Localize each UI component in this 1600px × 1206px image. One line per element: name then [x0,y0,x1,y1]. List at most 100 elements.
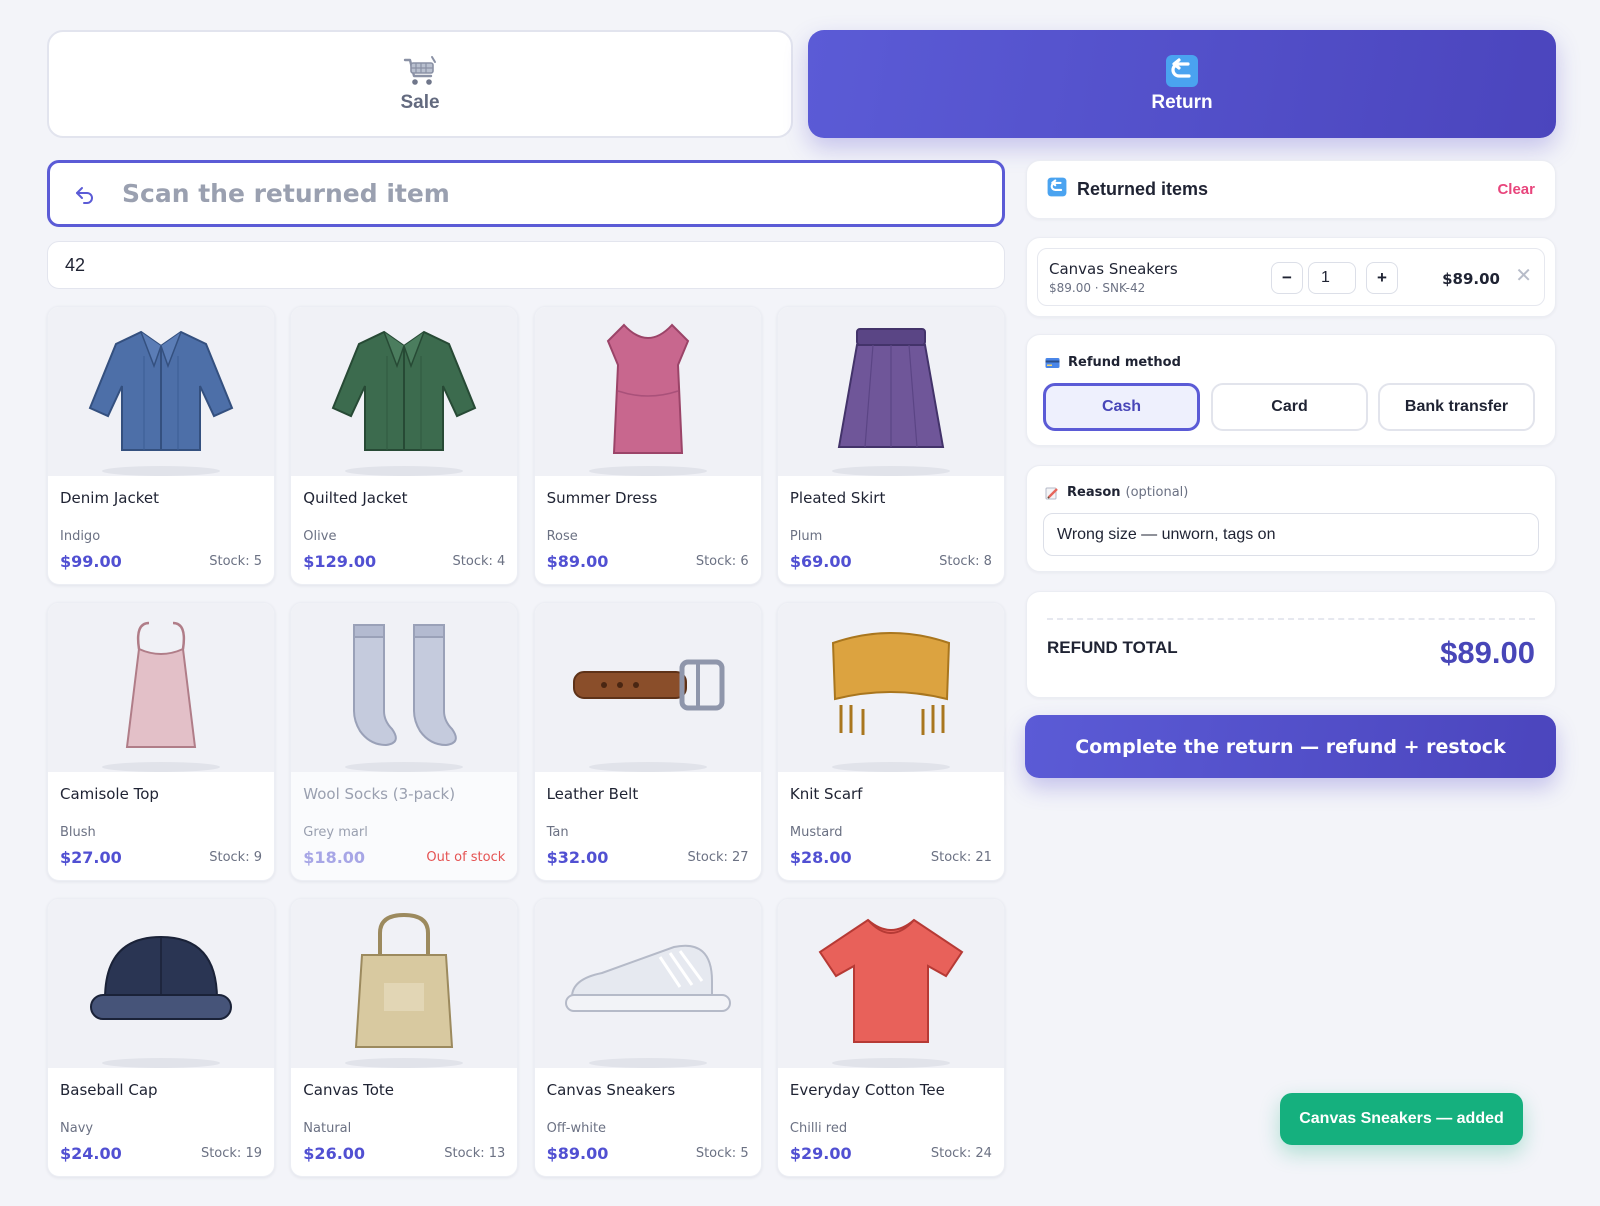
return-mode-button[interactable]: Return [808,30,1556,138]
product-card[interactable]: Quilted Jacket Olive $129.00 Stock: 4 [290,306,519,585]
product-price: $24.00 [60,1144,122,1163]
socks-icon [348,621,460,754]
product-price: $18.00 [303,848,366,867]
product-color: Olive [303,529,337,544]
product-name: Canvas Tote [303,1081,395,1099]
product-card[interactable]: Everyday Cotton Tee Chilli red $29.00 St… [776,898,1005,1177]
dress-icon [598,321,698,462]
product-card[interactable]: Knit Scarf Mustard $28.00 Stock: 21 [776,602,1005,881]
product-card[interactable]: Wool Socks (3-pack) Grey marl $18.00 Out… [290,602,519,881]
product-card[interactable]: Camisole Top Blush $27.00 Stock: 9 [47,602,275,881]
line-item-total: $89.00 [1442,270,1500,288]
product-grid: Denim Jacket Indigo $99.00 Stock: 5 Quil… [47,306,1005,1177]
product-card[interactable]: Pleated Skirt Plum $69.00 Stock: 8 [776,306,1005,585]
product-color: Off-white [546,1121,607,1136]
reason-title: Reason (optional) [1045,485,1188,500]
reason-optional-label: (optional) [1125,485,1189,500]
scarf-icon [827,629,955,746]
clear-button[interactable]: Clear [1497,181,1535,198]
sale-mode-button[interactable]: Sale [47,30,793,138]
divider [1047,618,1535,620]
remove-item-icon[interactable]: ✕ [1515,266,1532,286]
product-price: $32.00 [546,848,609,867]
scan-field[interactable] [47,160,1005,227]
product-price: $28.00 [789,848,852,867]
reason-panel: Reason (optional) Wrong size — unworn, t… [1026,465,1556,572]
product-card[interactable]: Leather Belt Tan $32.00 Stock: 27 [533,602,762,881]
toast-notification: Canvas Sneakers — added [1280,1093,1523,1145]
scan-input[interactable] [122,179,1002,208]
product-name: Camisole Top [60,785,159,803]
returned-items-title: Returned items [1077,179,1209,199]
decrease-quantity-button[interactable]: − [1271,262,1303,294]
credit-card-icon [1045,357,1060,369]
filter-input[interactable] [65,254,1004,276]
undo-arrow-icon [70,182,100,206]
product-stock: Stock: 19 [200,1146,262,1161]
product-color: Mustard [789,825,843,840]
return-mode-label: Return [1151,92,1213,113]
product-color: Plum [789,529,823,544]
refund-method-bank-transfer[interactable]: Bank transfer [1378,383,1535,431]
product-image [291,603,518,772]
product-card[interactable]: Baseball Cap Navy $24.00 Stock: 19 [47,898,275,1177]
product-card[interactable]: Canvas Sneakers Off-white $89.00 Stock: … [533,898,762,1177]
product-color: Chilli red [789,1121,848,1136]
jacket-icon [86,326,236,457]
product-price: $26.00 [303,1144,366,1163]
product-stock: Stock: 13 [444,1146,506,1161]
product-stock: Stock: 27 [687,850,749,865]
increase-quantity-button[interactable]: + [1366,262,1398,294]
refund-method-title: Refund method [1045,355,1181,370]
product-stock: Stock: 4 [452,554,506,569]
product-price: $89.00 [546,1144,609,1163]
product-name: Pleated Skirt [789,489,886,507]
product-image [534,603,761,772]
skirt-icon [835,327,947,456]
product-color: Tan [546,825,569,840]
returned-line-item: Canvas Sneakers $89.00 · SNK-42 − 1 + $8… [1037,248,1545,306]
product-image [291,307,518,476]
line-item-name: Canvas Sneakers [1049,260,1178,278]
product-image [48,899,274,1068]
product-color: Blush [60,825,96,840]
product-price: $29.00 [789,1144,852,1163]
reason-input[interactable]: Wrong size — unworn, tags on [1043,513,1539,556]
complete-return-button[interactable]: Complete the return — refund + restock [1025,715,1556,778]
memo-icon [1045,486,1059,500]
product-color: Natural [303,1121,352,1136]
product-name: Summer Dress [546,489,658,507]
line-item-meta: $89.00 · SNK-42 [1049,281,1146,295]
product-stock: Stock: 24 [930,1146,992,1161]
product-color: Grey marl [303,825,368,840]
product-price: $99.00 [60,552,122,571]
refund-method-card[interactable]: Card [1211,383,1368,431]
product-name: Wool Socks (3-pack) [303,785,456,803]
tshirt-icon [818,916,964,1051]
product-price: $89.00 [546,552,609,571]
product-name: Knit Scarf [789,785,863,803]
product-image [48,307,274,476]
belt-icon [570,658,726,717]
refund-method-panel: Refund method Cash Card Bank transfer [1026,334,1556,446]
quantity-input[interactable]: 1 [1308,262,1356,294]
product-card[interactable]: Denim Jacket Indigo $99.00 Stock: 5 [47,306,275,585]
return-arrow-icon [1165,54,1199,88]
product-name: Leather Belt [546,785,639,803]
filter-field[interactable] [47,241,1005,289]
product-card[interactable]: Canvas Tote Natural $26.00 Stock: 13 [290,898,519,1177]
camisole-icon [121,619,201,756]
shopping-cart-icon [402,54,438,88]
product-card[interactable]: Summer Dress Rose $89.00 Stock: 6 [533,306,762,585]
refund-method-cash[interactable]: Cash [1043,383,1200,431]
product-image [777,603,1004,772]
sneaker-icon [562,941,734,1026]
tote-bag-icon [350,911,458,1056]
product-name: Canvas Sneakers [546,1081,676,1099]
product-image [48,603,274,772]
sale-mode-label: Sale [400,92,440,113]
refund-total-value: $89.00 [1440,635,1535,670]
product-price: $69.00 [789,552,852,571]
cap-icon [87,933,235,1034]
product-image [777,307,1004,476]
